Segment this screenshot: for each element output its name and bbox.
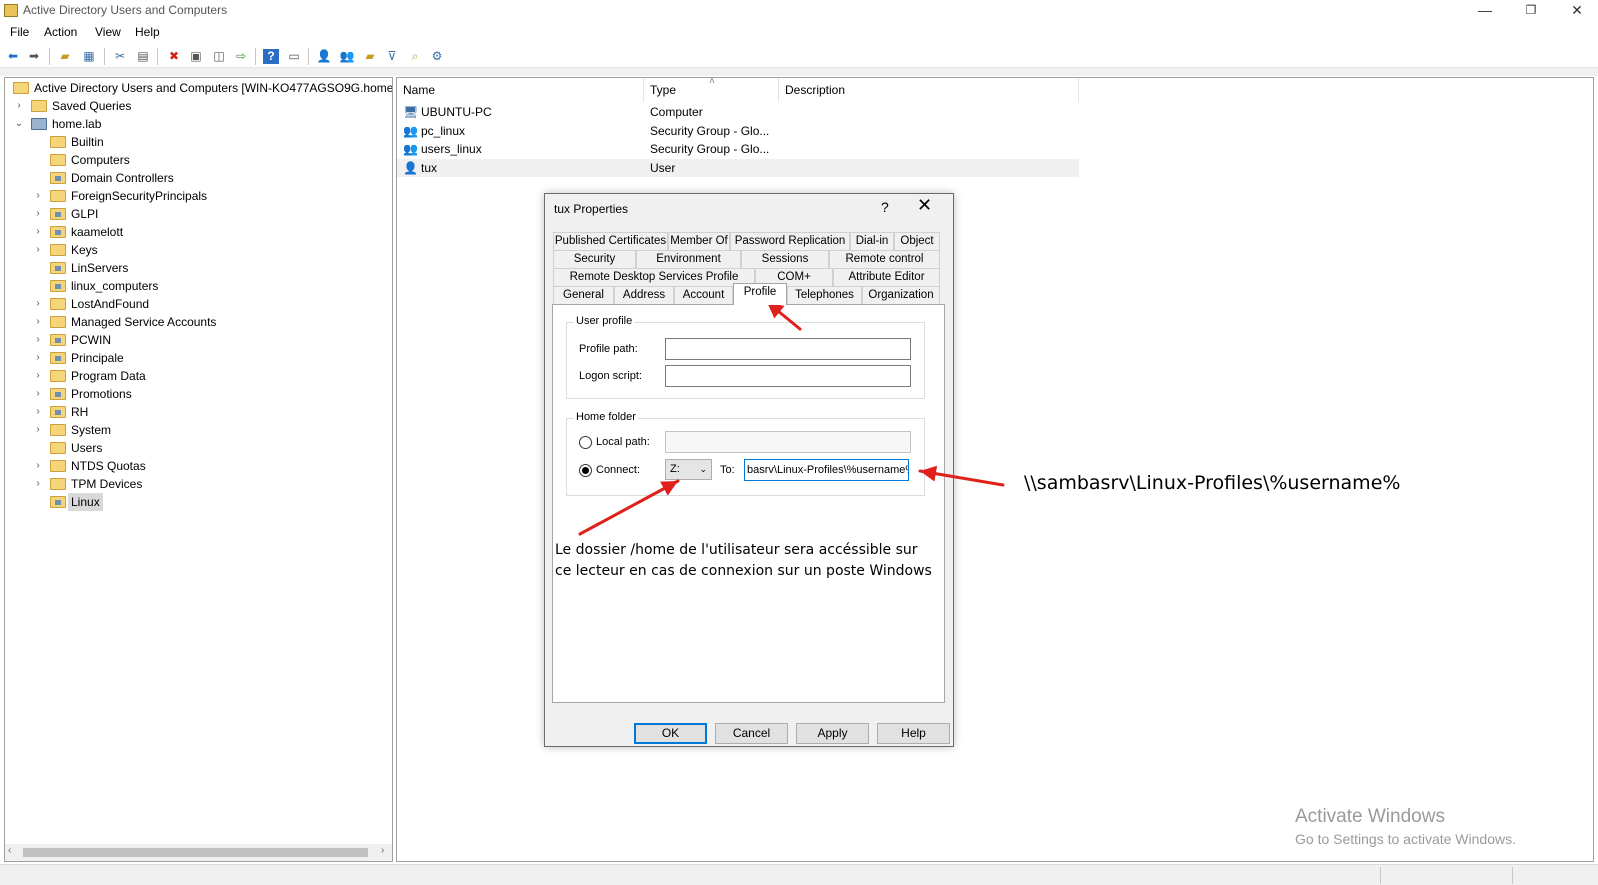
arrow-to-drive-letter-shaft [578, 479, 680, 536]
tab-profile[interactable]: Profile [733, 283, 787, 305]
drive-annotation: Le dossier /home de l'utilisateur sera a… [555, 540, 932, 582]
activate-windows-subtitle: Go to Settings to activate Windows. [1295, 831, 1516, 847]
annotation-arrows [578, 300, 1005, 536]
arrow-to-home-folder-path-head [920, 465, 938, 482]
path-annotation: \\sambasrv\Linux-Profiles\%username% [1024, 472, 1401, 494]
drive-annotation-line-1: Le dossier /home de l'utilisateur sera a… [555, 542, 918, 558]
activate-windows-title: Activate Windows [1295, 806, 1445, 827]
drive-annotation-line-2: ce lecteur en cas de connexion sur un po… [555, 563, 932, 579]
